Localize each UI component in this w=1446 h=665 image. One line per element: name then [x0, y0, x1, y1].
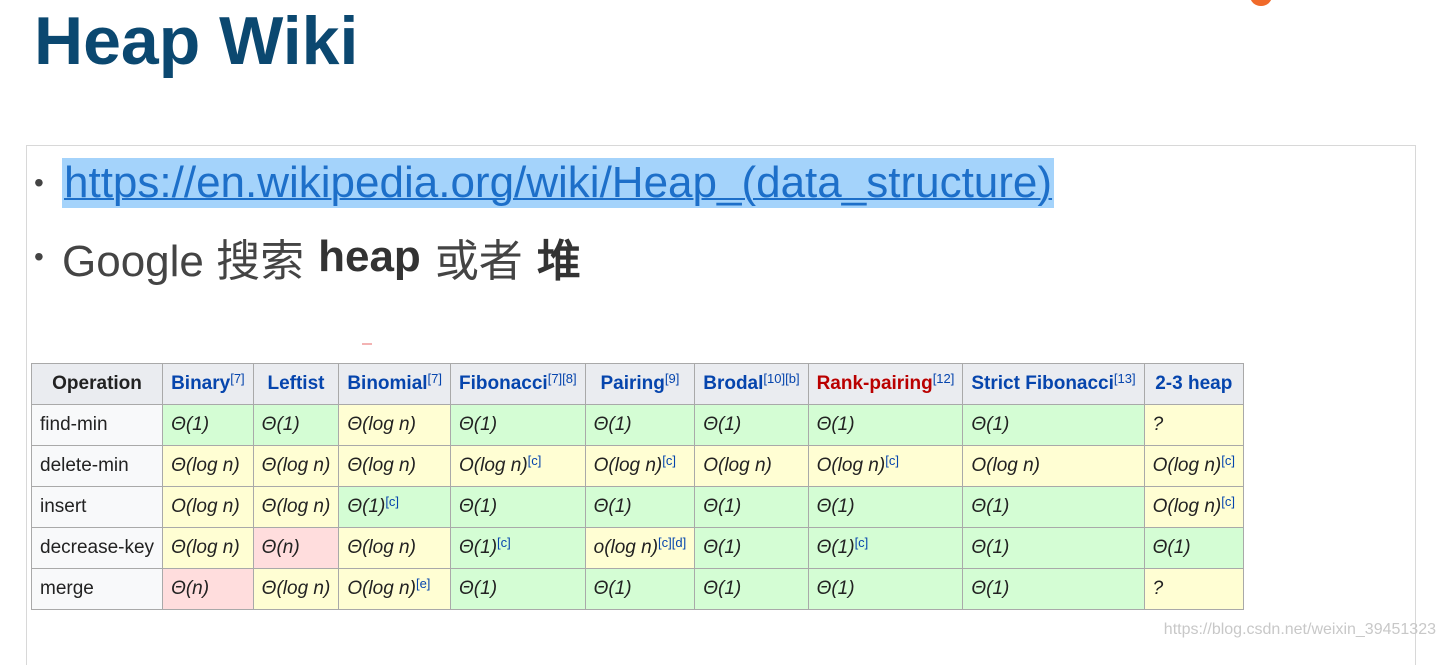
footnote-ref[interactable]: [c]	[1221, 494, 1235, 509]
header-pairing[interactable]: Pairing[9]	[584, 363, 696, 405]
table-cell: Θ(log n)	[338, 445, 452, 487]
footnote-ref[interactable]: [c]	[528, 453, 542, 468]
table-cell: O(log n)[c]	[450, 445, 586, 487]
table-cell: O(log n)[c]	[584, 445, 696, 487]
table-cell: Θ(log n)	[252, 486, 340, 528]
search-mid-text: 或者	[434, 237, 523, 286]
table-cell: Θ(1)[c]	[450, 527, 586, 569]
watermark-url: https://blog.csdn.net/weixin_39451323	[1163, 621, 1436, 638]
stray-mark	[362, 343, 372, 345]
table-cell: Θ(1)	[962, 486, 1145, 528]
table-cell: Θ(n)	[162, 568, 254, 610]
header-strict-fibonacci[interactable]: Strict Fibonacci[13]	[962, 363, 1145, 405]
table-cell: Θ(log n)	[162, 527, 254, 569]
slide-title: Heap Wiki	[34, 3, 359, 79]
row-label-delete-min: delete-min	[30, 445, 164, 487]
table-cell: Θ(1)	[962, 404, 1145, 446]
search-prefix-text: Google 搜索	[62, 237, 305, 286]
table-cell: Θ(1)	[450, 404, 586, 446]
footnote-ref[interactable]: [c]	[855, 535, 869, 550]
header-binary[interactable]: Binary[7]	[162, 363, 254, 405]
footnote-ref[interactable]: [c]	[497, 535, 511, 550]
wiki-link[interactable]: https://en.wikipedia.org/wiki/Heap_(data…	[62, 158, 1055, 208]
table-cell: o(log n)[c][d]	[584, 527, 696, 569]
table-cell: Θ(1)	[694, 527, 809, 569]
table-cell: Θ(1)	[807, 404, 964, 446]
heap-comparison-table: Operation Binary[7] Leftist Binomial[7] …	[30, 363, 1244, 610]
bullet-icon: •	[34, 167, 44, 198]
row-label-insert: insert	[30, 486, 164, 528]
bullet-icon: •	[34, 241, 44, 272]
table-cell: Θ(1)	[584, 486, 696, 528]
table-cell: Θ(1)[c]	[807, 527, 964, 569]
header-fibonacci[interactable]: Fibonacci[7][8]	[450, 363, 586, 405]
table-cell: Θ(1)[c]	[338, 486, 452, 528]
table-cell: Θ(1)	[584, 568, 696, 610]
table-cell: O(log n)	[162, 486, 254, 528]
table-cell: Θ(1)	[694, 486, 809, 528]
table-cell: Θ(1)	[807, 486, 964, 528]
table-cell: Θ(1)	[584, 404, 696, 446]
table-row: insert O(log n) Θ(log n) Θ(1)[c] Θ(1) Θ(…	[30, 486, 1244, 528]
footnote-ref[interactable]: [c]	[1221, 453, 1235, 468]
search-term-heap: heap	[318, 232, 421, 281]
table-row: decrease-key Θ(log n) Θ(n) Θ(log n) Θ(1)…	[30, 527, 1244, 569]
row-label-find-min: find-min	[30, 404, 164, 446]
bullet-item-link: • https://en.wikipedia.org/wiki/Heap_(da…	[34, 150, 1055, 216]
table-cell: Θ(log n)	[252, 568, 340, 610]
table-row: merge Θ(n) Θ(log n) O(log n)[e] Θ(1) Θ(1…	[30, 568, 1244, 610]
search-term-dui: 堆	[536, 237, 581, 286]
table-cell: Θ(log n)	[338, 404, 452, 446]
table-cell: Θ(1)	[694, 404, 809, 446]
table-header-row: Operation Binary[7] Leftist Binomial[7] …	[30, 363, 1244, 405]
row-label-merge: merge	[30, 568, 164, 610]
table-cell: Θ(1)	[962, 568, 1145, 610]
bullet-list: • https://en.wikipedia.org/wiki/Heap_(da…	[34, 150, 1055, 290]
table-cell: Θ(n)	[252, 527, 340, 569]
table-cell: ?	[1143, 404, 1244, 446]
footnote-ref[interactable]: [c]	[885, 453, 899, 468]
table-cell: O(log n)	[694, 445, 809, 487]
footnote-ref[interactable]: [c]	[385, 494, 399, 509]
table-cell: O(log n)[c]	[807, 445, 964, 487]
table-cell: Θ(1)	[1143, 527, 1244, 569]
table-cell: Θ(1)	[694, 568, 809, 610]
table-row: find-min Θ(1) Θ(1) Θ(log n) Θ(1) Θ(1) Θ(…	[30, 404, 1244, 446]
table-cell: O(log n)	[962, 445, 1145, 487]
table-cell: Θ(log n)	[338, 527, 452, 569]
header-rank-pairing[interactable]: Rank-pairing[12]	[807, 363, 964, 405]
table-cell: O(log n)[c]	[1143, 445, 1244, 487]
header-brodal[interactable]: Brodal[10][b]	[694, 363, 809, 405]
orange-notification-dot	[1250, 0, 1272, 6]
header-binomial[interactable]: Binomial[7]	[338, 363, 452, 405]
footnote-ref[interactable]: [e]	[416, 576, 430, 591]
footnote-ref[interactable]: [c]	[662, 453, 676, 468]
table-cell: Θ(1)	[252, 404, 340, 446]
table-cell: Θ(log n)	[162, 445, 254, 487]
table-cell: Θ(1)	[962, 527, 1145, 569]
table-cell: ?	[1143, 568, 1244, 610]
bullet-item-search: • Google 搜索 heap 或者 堆	[34, 224, 1054, 290]
table-cell: Θ(1)	[807, 568, 964, 610]
table-cell: O(log n)[c]	[1143, 486, 1244, 528]
header-operation: Operation	[30, 363, 164, 405]
footnote-ref[interactable]: [c][d]	[658, 535, 686, 550]
row-label-decrease-key: decrease-key	[30, 527, 164, 569]
table-cell: O(log n)[e]	[338, 568, 452, 610]
table-row: delete-min Θ(log n) Θ(log n) Θ(log n) O(…	[30, 445, 1244, 487]
table-cell: Θ(log n)	[252, 445, 340, 487]
header-2-3-heap[interactable]: 2-3 heap	[1143, 363, 1244, 405]
table-cell: Θ(1)	[162, 404, 254, 446]
table-cell: Θ(1)	[450, 568, 586, 610]
header-leftist[interactable]: Leftist	[252, 363, 340, 405]
table-cell: Θ(1)	[450, 486, 586, 528]
